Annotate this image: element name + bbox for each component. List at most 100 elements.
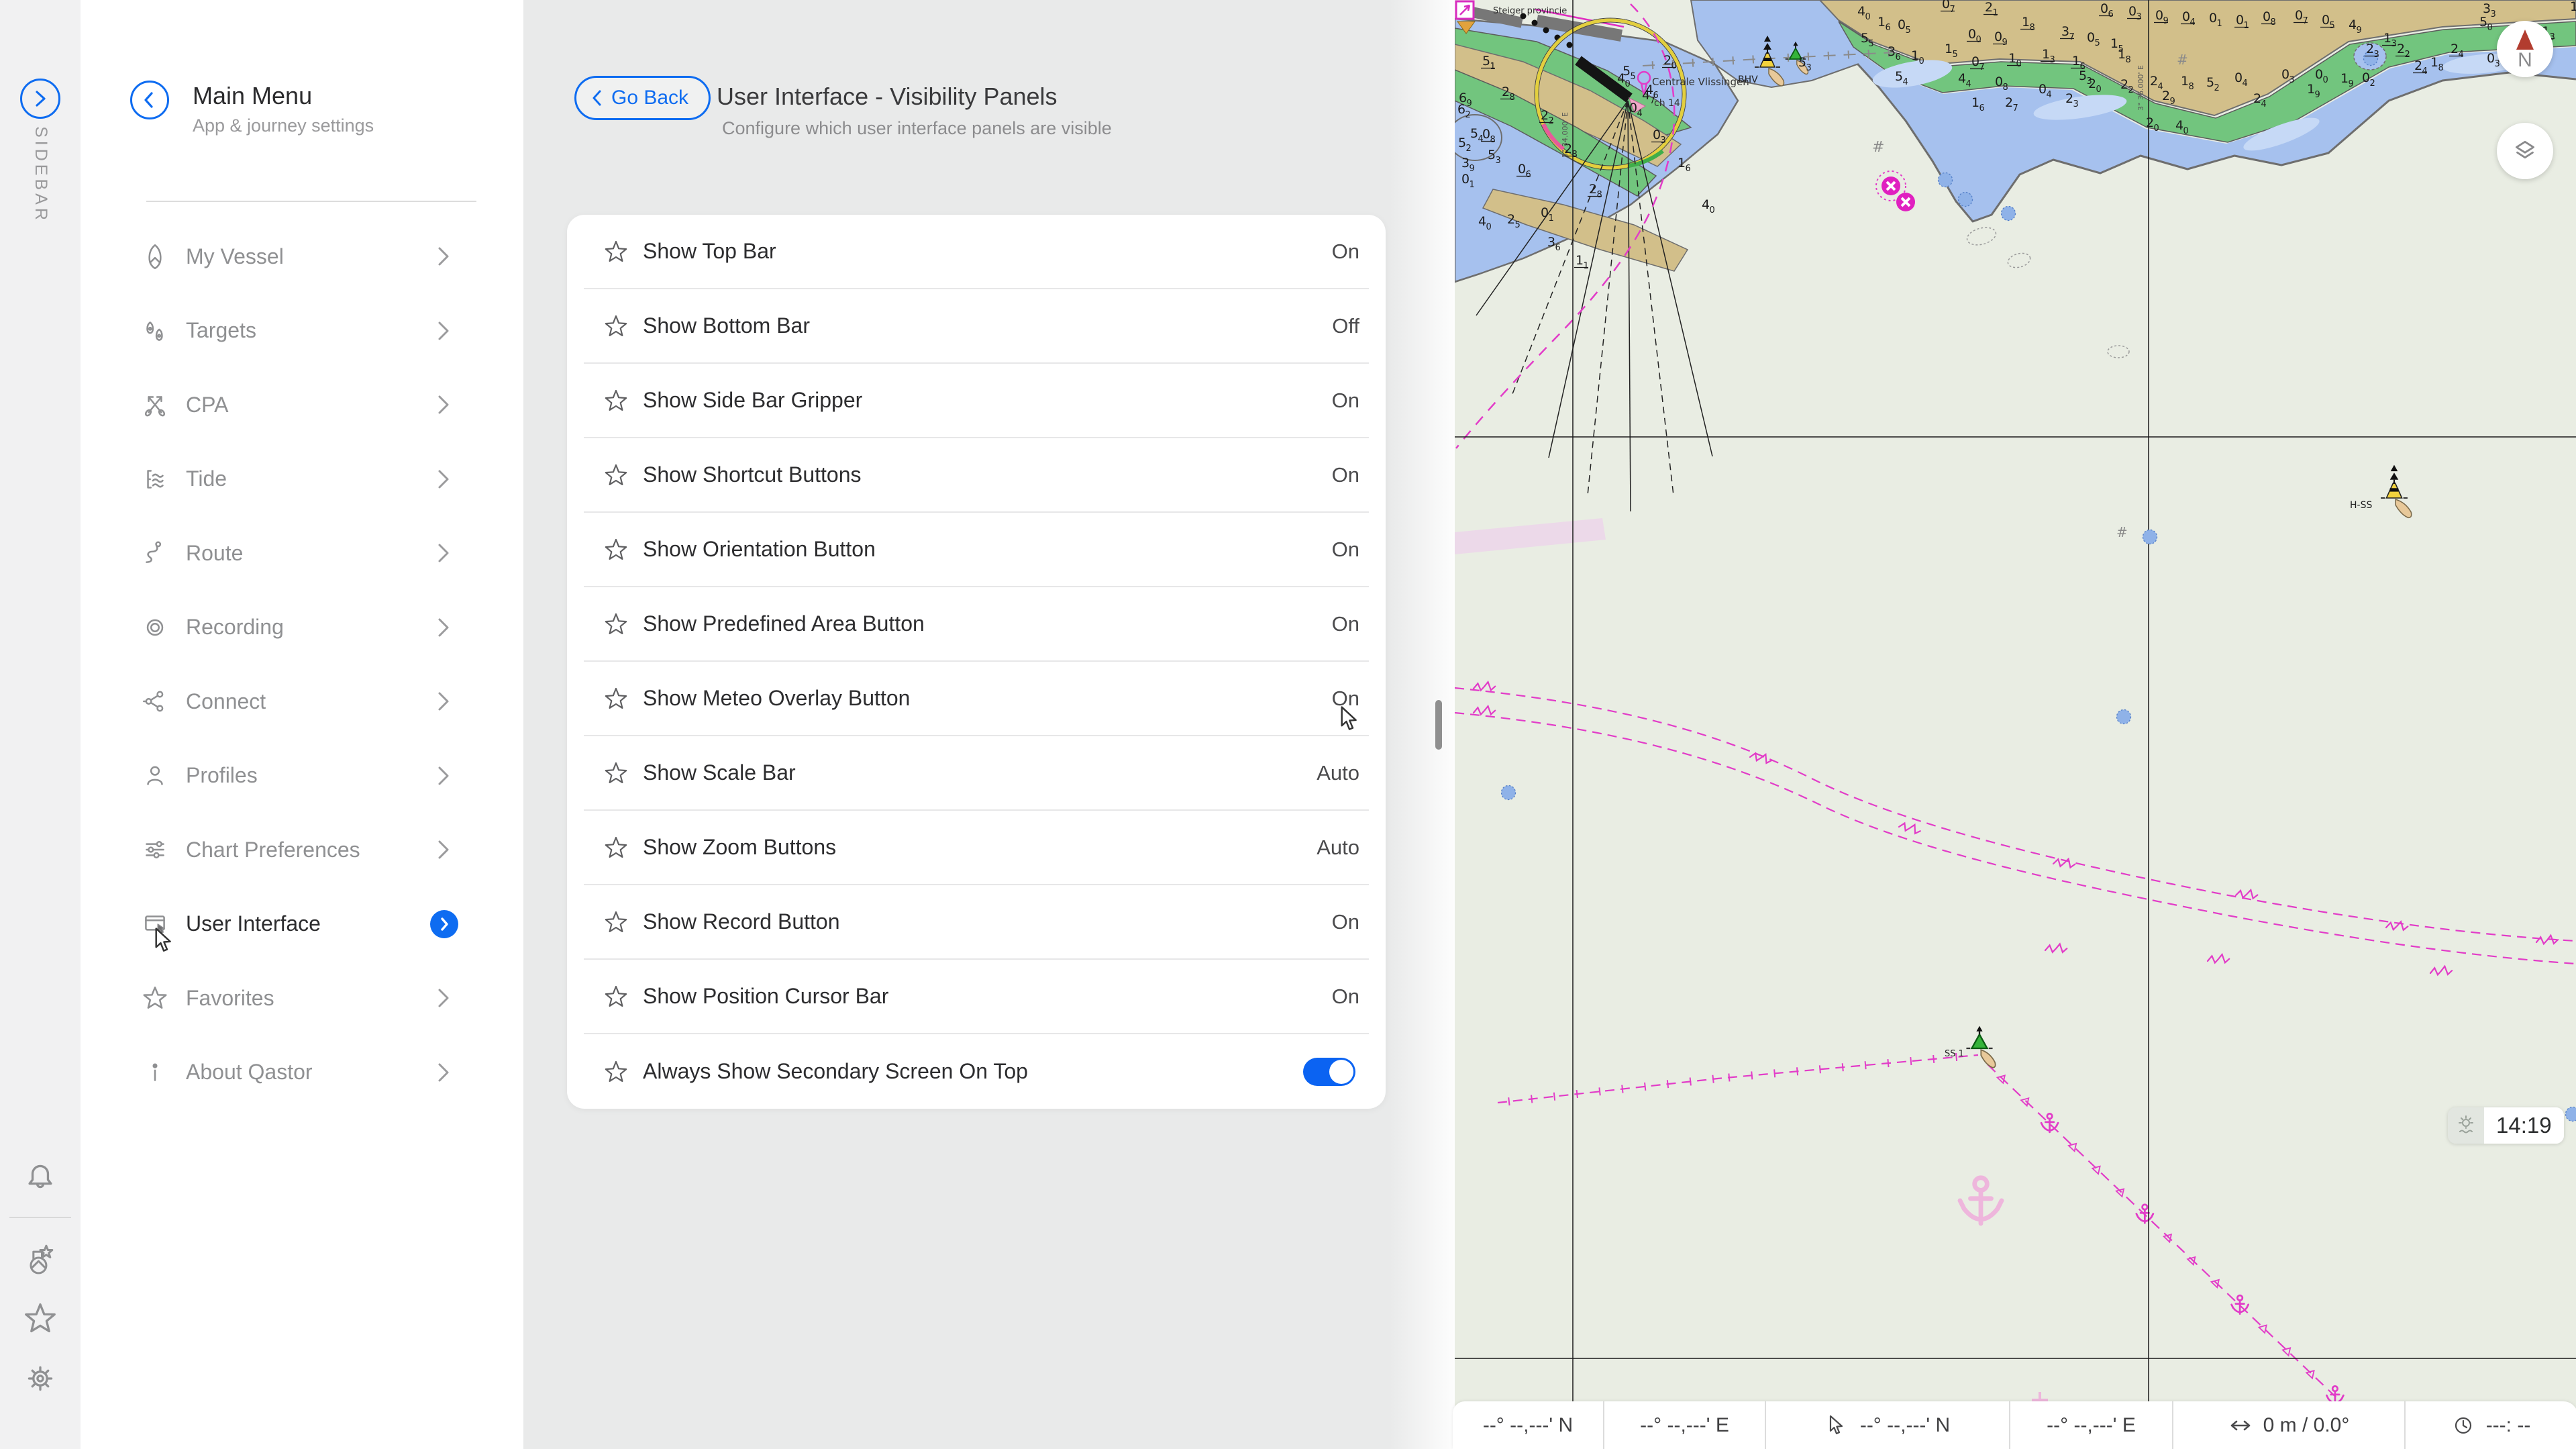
svg-text:1: 1 <box>1490 62 1496 72</box>
settings-row-show-side-bar-gripper[interactable]: Show Side Bar Gripper On <box>584 364 1369 438</box>
svg-text:3: 3 <box>1496 156 1501 166</box>
orientation-button[interactable]: N <box>2497 21 2553 77</box>
favorite-star-icon[interactable] <box>603 834 629 861</box>
svg-text:0: 0 <box>1971 54 1979 69</box>
menu-title: Main Menu <box>193 82 313 109</box>
favorite-star-icon[interactable] <box>603 313 629 340</box>
setting-label: Show Orientation Button <box>643 537 876 561</box>
svg-text:0: 0 <box>2322 13 2330 28</box>
nautical-chart: 5 12 82 20 80 62 82 80 12 54 00 13 61 15 54 60 40 32 01 64 0… <box>1455 0 2576 1449</box>
favorite-star-icon[interactable] <box>603 536 629 563</box>
chevron-right-icon <box>438 989 449 1007</box>
svg-text:3: 3 <box>2050 55 2055 65</box>
bell-icon[interactable] <box>21 1158 59 1196</box>
menu-item-route[interactable]: Route <box>81 516 523 591</box>
layers-button[interactable] <box>2497 123 2553 179</box>
svg-text:0: 0 <box>1994 30 2002 44</box>
menu-item-label: Targets <box>186 318 256 343</box>
menu-item-about-qastor[interactable]: About Qastor <box>81 1036 523 1110</box>
svg-text:3: 3 <box>2391 39 2397 49</box>
go-back-label: Go Back <box>611 87 689 109</box>
status-segment: --° --,---' E <box>2010 1401 2173 1449</box>
svg-text:4: 4 <box>2243 79 2248 89</box>
svg-text:1: 1 <box>2340 71 2349 86</box>
svg-text:6: 6 <box>1886 23 1891 33</box>
favorite-star-icon[interactable] <box>603 1058 629 1085</box>
svg-text:0: 0 <box>2236 13 2244 28</box>
svg-text:9: 9 <box>1467 99 1472 109</box>
svg-text:2: 2 <box>2146 115 2154 130</box>
selected-chevron-icon <box>430 909 458 938</box>
settings-row-show-zoom-buttons[interactable]: Show Zoom Buttons Auto <box>584 811 1369 885</box>
menu-item-label: Favorites <box>186 985 274 1010</box>
status-text: ---: -- <box>2485 1413 2531 1436</box>
svg-text:6: 6 <box>1979 103 1985 113</box>
svg-text:4: 4 <box>2190 17 2196 28</box>
settings-row-show-predefined-area-button[interactable]: Show Predefined Area Button On <box>584 587 1369 662</box>
settings-row-always-show-secondary-screen-on-top[interactable]: Always Show Secondary Screen On Top <box>584 1034 1369 1109</box>
north-label: N <box>2518 48 2532 71</box>
favorite-star-icon[interactable] <box>603 238 629 265</box>
svg-text:0: 0 <box>1482 127 1490 142</box>
svg-text:2: 2 <box>1541 108 1549 123</box>
menu-item-chart-preferences[interactable]: Chart Preferences <box>81 813 523 887</box>
favorite-star-icon[interactable] <box>603 685 629 712</box>
menu-item-my-vessel[interactable]: My Vessel <box>81 219 523 294</box>
favorite-star-icon[interactable] <box>603 983 629 1010</box>
settings-row-show-record-button[interactable]: Show Record Button On <box>584 885 1369 960</box>
favorite-star-icon[interactable] <box>603 462 629 489</box>
time-label: 14:19 <box>2484 1107 2564 1144</box>
svg-text:4: 4 <box>2175 118 2183 133</box>
svg-text:2: 2 <box>1589 182 1597 197</box>
svg-text:0: 0 <box>2016 59 2022 69</box>
favorite-star-icon[interactable] <box>603 909 629 936</box>
targets-icon <box>140 315 170 346</box>
svg-text:2: 2 <box>1466 144 1472 154</box>
settings-row-show-top-bar[interactable]: Show Top Bar On <box>584 215 1369 289</box>
menu-item-profiles[interactable]: Profiles <box>81 739 523 813</box>
menu-item-targets[interactable]: Targets <box>81 294 523 368</box>
sidebar-expand-button[interactable] <box>20 79 60 119</box>
settings-panel: Go Back User Interface - Visibility Pane… <box>523 0 1455 1449</box>
favorite-star-icon[interactable] <box>603 760 629 787</box>
svg-text:H-SS: H-SS <box>2350 500 2372 511</box>
settings-row-show-position-cursor-bar[interactable]: Show Position Cursor Bar On <box>584 960 1369 1034</box>
toggle-switch[interactable] <box>1303 1057 1355 1086</box>
svg-text:2: 2 <box>1507 212 1515 227</box>
setting-value: Auto <box>1317 835 1359 859</box>
svg-text:4: 4 <box>1478 214 1486 229</box>
status-text: --° --,---' E <box>1640 1413 1729 1436</box>
settings-row-show-bottom-bar[interactable]: Show Bottom Bar Off <box>584 289 1369 364</box>
settings-row-show-meteo-overlay-button[interactable]: Show Meteo Overlay Button On <box>584 662 1369 736</box>
svg-text:4: 4 <box>2459 50 2464 60</box>
svg-text:3: 3 <box>2073 99 2079 109</box>
gear-icon[interactable] <box>21 1360 59 1397</box>
menu-item-user-interface[interactable]: User Interface <box>81 887 523 962</box>
svg-text:4: 4 <box>1958 71 1966 86</box>
menu-item-cpa[interactable]: CPA <box>81 368 523 442</box>
settings-row-show-orientation-button[interactable]: Show Orientation Button On <box>584 513 1369 587</box>
settings-row-show-scale-bar[interactable]: Show Scale Bar Auto <box>584 736 1369 811</box>
chevron-right-icon <box>438 840 449 859</box>
menu-item-tide[interactable]: Tide <box>81 442 523 517</box>
menu-item-recording[interactable]: Recording <box>81 591 523 665</box>
svg-text:5: 5 <box>1953 50 1958 60</box>
svg-text:2: 2 <box>2162 89 2170 103</box>
favorite-star-icon[interactable] <box>603 611 629 638</box>
menu-item-connect[interactable]: Connect <box>81 664 523 739</box>
star-icon[interactable] <box>21 1299 59 1337</box>
sidebar-gripper[interactable] <box>1435 700 1442 750</box>
go-back-button[interactable]: Go Back <box>574 76 711 120</box>
svg-text:3° 36.000' E: 3° 36.000' E <box>2136 65 2145 111</box>
settings-row-show-shortcut-buttons[interactable]: Show Shortcut Buttons On <box>584 438 1369 513</box>
svg-text:0: 0 <box>2182 9 2190 24</box>
chart-map[interactable]: 5128220806282801254001361155460403201640… <box>1453 0 2576 1449</box>
vessel-star-icon[interactable] <box>21 1239 59 1277</box>
svg-text:1: 1 <box>2217 19 2222 29</box>
svg-text:7: 7 <box>1979 62 1985 72</box>
favorite-star-icon[interactable] <box>603 387 629 414</box>
menu-back-button[interactable] <box>130 81 169 119</box>
svg-text:1: 1 <box>1678 156 1686 170</box>
time-badge[interactable]: 14:19 <box>2448 1107 2564 1144</box>
menu-item-favorites[interactable]: Favorites <box>81 961 523 1036</box>
